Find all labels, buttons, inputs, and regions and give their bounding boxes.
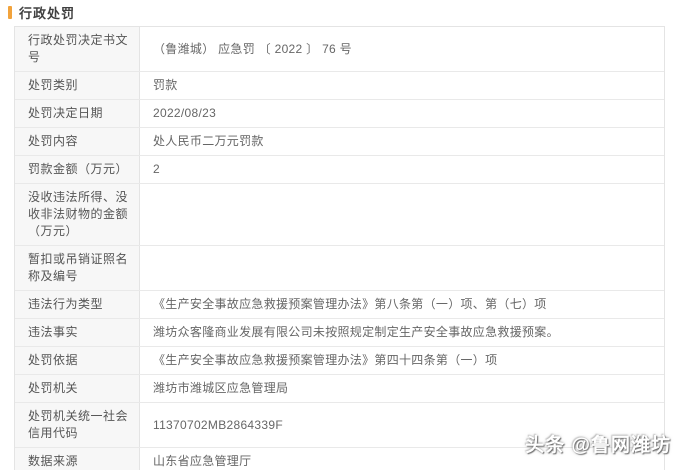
penalty-table: 行政处罚决定书文号 （鲁潍城） 应急罚 〔 2022 〕 76 号 处罚类别 罚… <box>14 26 665 470</box>
row-label: 处罚决定日期 <box>15 100 140 127</box>
row-value <box>140 246 664 290</box>
row-value: 罚款 <box>140 72 664 99</box>
table-row: 数据来源 山东省应急管理厅 <box>15 448 664 470</box>
row-label: 没收违法所得、没收非法财物的金额（万元） <box>15 184 140 245</box>
row-label: 暂扣或吊销证照名称及编号 <box>15 246 140 290</box>
table-row: 行政处罚决定书文号 （鲁潍城） 应急罚 〔 2022 〕 76 号 <box>15 27 664 72</box>
row-label: 违法行为类型 <box>15 291 140 318</box>
row-value: 潍坊众客隆商业发展有限公司未按照规定制定生产安全事故应急救援预案。 <box>140 319 664 346</box>
row-label: 违法事实 <box>15 319 140 346</box>
row-value: 《生产安全事故应急救援预案管理办法》第八条第（一）项、第（七）项 <box>140 291 664 318</box>
row-value: 11370702MB2864339F <box>140 403 664 447</box>
row-value: 处人民币二万元罚款 <box>140 128 664 155</box>
row-label: 处罚类别 <box>15 72 140 99</box>
table-row: 处罚机关 潍坊市潍城区应急管理局 <box>15 375 664 403</box>
row-label: 罚款金额（万元） <box>15 156 140 183</box>
table-row: 罚款金额（万元） 2 <box>15 156 664 184</box>
row-value: 山东省应急管理厅 <box>140 448 664 470</box>
row-label: 数据来源 <box>15 448 140 470</box>
row-value: 《生产安全事故应急救援预案管理办法》第四十四条第（一）项 <box>140 347 664 374</box>
table-row: 处罚依据 《生产安全事故应急救援预案管理办法》第四十四条第（一）项 <box>15 347 664 375</box>
row-value: （鲁潍城） 应急罚 〔 2022 〕 76 号 <box>140 27 664 71</box>
row-value: 2022/08/23 <box>140 100 664 127</box>
row-label: 处罚机关 <box>15 375 140 402</box>
row-label: 处罚内容 <box>15 128 140 155</box>
table-row: 违法行为类型 《生产安全事故应急救援预案管理办法》第八条第（一）项、第（七）项 <box>15 291 664 319</box>
title-marker-icon <box>8 6 12 19</box>
table-row: 违法事实 潍坊众客隆商业发展有限公司未按照规定制定生产安全事故应急救援预案。 <box>15 319 664 347</box>
table-row: 没收违法所得、没收非法财物的金额（万元） <box>15 184 664 246</box>
section-header: 行政处罚 <box>0 0 679 24</box>
row-label: 行政处罚决定书文号 <box>15 27 140 71</box>
table-row: 处罚机关统一社会信用代码 11370702MB2864339F <box>15 403 664 448</box>
row-label: 处罚机关统一社会信用代码 <box>15 403 140 447</box>
table-row: 处罚类别 罚款 <box>15 72 664 100</box>
table-row: 暂扣或吊销证照名称及编号 <box>15 246 664 291</box>
table-row: 处罚决定日期 2022/08/23 <box>15 100 664 128</box>
page-title: 行政处罚 <box>19 6 76 21</box>
table-row: 处罚内容 处人民币二万元罚款 <box>15 128 664 156</box>
row-value: 潍坊市潍城区应急管理局 <box>140 375 664 402</box>
row-value <box>140 184 664 245</box>
row-label: 处罚依据 <box>15 347 140 374</box>
row-value: 2 <box>140 156 664 183</box>
